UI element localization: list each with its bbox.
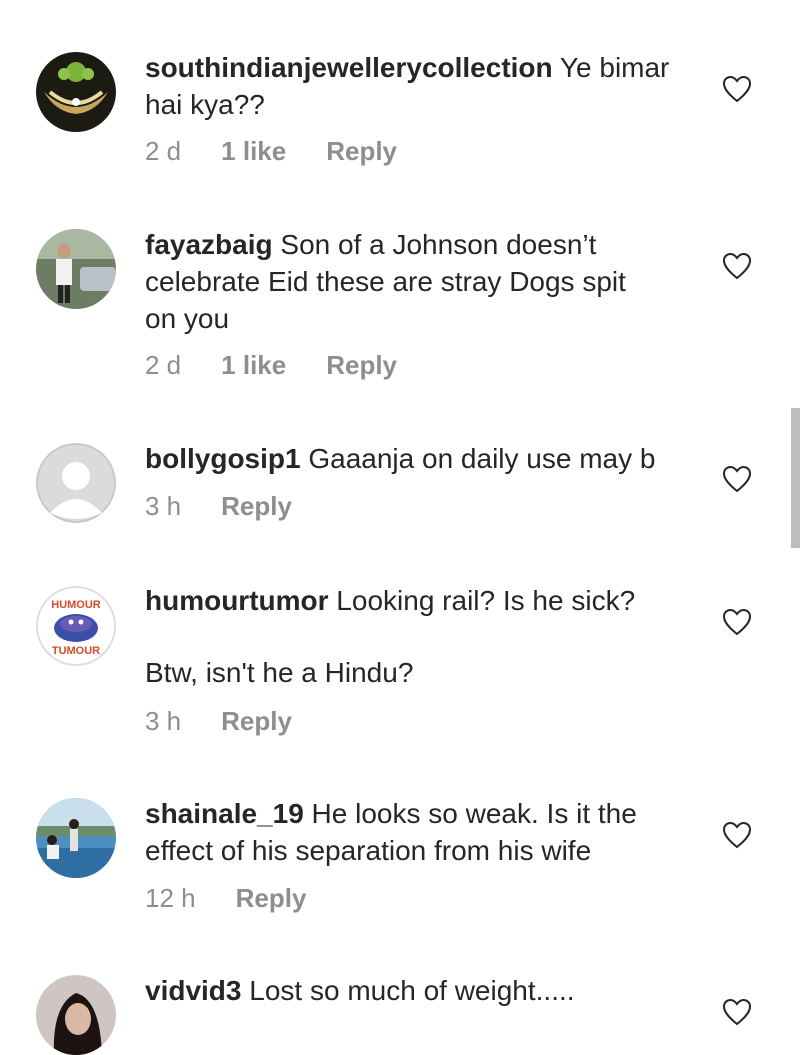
like-count[interactable]: 1 like bbox=[221, 350, 286, 381]
comment-line: southindianjewellerycollection Ye bimar bbox=[145, 49, 700, 86]
avatar[interactable] bbox=[36, 975, 116, 1055]
comment-line: fayazbaig Son of a Johnson doesn’t bbox=[145, 226, 700, 263]
comment-body: fayazbaig Son of a Johnson doesn’t celeb… bbox=[145, 226, 700, 337]
comment-body: vidvid3 Lost so much of weight..... bbox=[145, 972, 700, 1009]
comment-meta: 12 h Reply bbox=[145, 883, 346, 914]
comment-text: He looks so weak. Is it the bbox=[303, 798, 637, 829]
comment-time: 3 h bbox=[145, 706, 182, 736]
comment-text: celebrate Eid these are stray Dogs spit bbox=[145, 266, 626, 297]
avatar[interactable]: HUMOUR TUMOUR bbox=[36, 586, 116, 666]
reply-button[interactable]: Reply bbox=[326, 350, 397, 381]
comment-username[interactable]: fayazbaig bbox=[145, 229, 273, 260]
comment-username[interactable]: shainale_19 bbox=[145, 798, 304, 829]
comment-text: Son of a Johnson doesn’t bbox=[272, 229, 597, 260]
avatar[interactable] bbox=[36, 229, 116, 309]
comment-text: Gaaanja on daily use may b bbox=[300, 443, 656, 474]
comment-text: Lost so much of weight..... bbox=[241, 975, 575, 1006]
comment-time: 12 h bbox=[145, 883, 196, 913]
comment-text: on you bbox=[145, 303, 230, 334]
avatar[interactable] bbox=[36, 443, 116, 523]
avatar-logo-text: TUMOUR bbox=[52, 645, 100, 657]
comment-line: vidvid3 Lost so much of weight..... bbox=[145, 972, 700, 1009]
heart-outline-icon[interactable] bbox=[722, 75, 752, 103]
comment-time: 3 h bbox=[145, 491, 182, 521]
comment-username[interactable]: southindianjewellerycollection bbox=[145, 52, 553, 83]
comment-time: 2 d bbox=[145, 350, 182, 380]
comment-username[interactable]: humourtumor bbox=[145, 585, 329, 616]
reply-button[interactable]: Reply bbox=[221, 706, 292, 737]
comment-line: bollygosip1 Gaaanja on daily use may b bbox=[145, 440, 700, 477]
comment-username[interactable]: vidvid3 bbox=[145, 975, 241, 1006]
comment-body: shainale_19 He looks so weak. Is it the … bbox=[145, 795, 700, 869]
avatar[interactable] bbox=[36, 798, 116, 878]
comment-text: hai kya?? bbox=[145, 89, 265, 120]
comment-meta: 3 h Reply bbox=[145, 491, 332, 522]
scrollbar[interactable] bbox=[791, 408, 800, 548]
comment-meta: 2 d 1 like Reply bbox=[145, 136, 437, 167]
reply-button[interactable]: Reply bbox=[221, 491, 292, 522]
reply-button[interactable]: Reply bbox=[326, 136, 397, 167]
comment-text: Looking rail? Is he sick? bbox=[328, 585, 636, 616]
comment-line: humourtumor Looking rail? Is he sick? bbox=[145, 582, 700, 619]
heart-outline-icon[interactable] bbox=[722, 608, 752, 636]
like-count[interactable]: 1 like bbox=[221, 136, 286, 167]
comment-line: shainale_19 He looks so weak. Is it the bbox=[145, 795, 700, 832]
comment-text: Ye bimar bbox=[552, 52, 670, 83]
avatar-logo-text: HUMOUR bbox=[51, 599, 101, 611]
heart-outline-icon[interactable] bbox=[722, 252, 752, 280]
comment-meta: 2 d 1 like Reply bbox=[145, 350, 437, 381]
heart-outline-icon[interactable] bbox=[722, 465, 752, 493]
heart-outline-icon[interactable] bbox=[722, 998, 752, 1026]
comment-time: 2 d bbox=[145, 136, 182, 166]
comment-meta: 3 h Reply bbox=[145, 706, 332, 737]
comment-body: bollygosip1 Gaaanja on daily use may b bbox=[145, 440, 700, 477]
avatar[interactable] bbox=[36, 52, 116, 132]
comment-body: humourtumor Looking rail? Is he sick? Bt… bbox=[145, 582, 700, 691]
comment-username[interactable]: bollygosip1 bbox=[145, 443, 301, 474]
comment-text: Btw, isn't he a Hindu? bbox=[145, 657, 414, 688]
reply-button[interactable]: Reply bbox=[236, 883, 307, 914]
comment-text: effect of his separation from his wife bbox=[145, 835, 592, 866]
comment-body: southindianjewellerycollection Ye bimar … bbox=[145, 49, 700, 123]
heart-outline-icon[interactable] bbox=[722, 821, 752, 849]
